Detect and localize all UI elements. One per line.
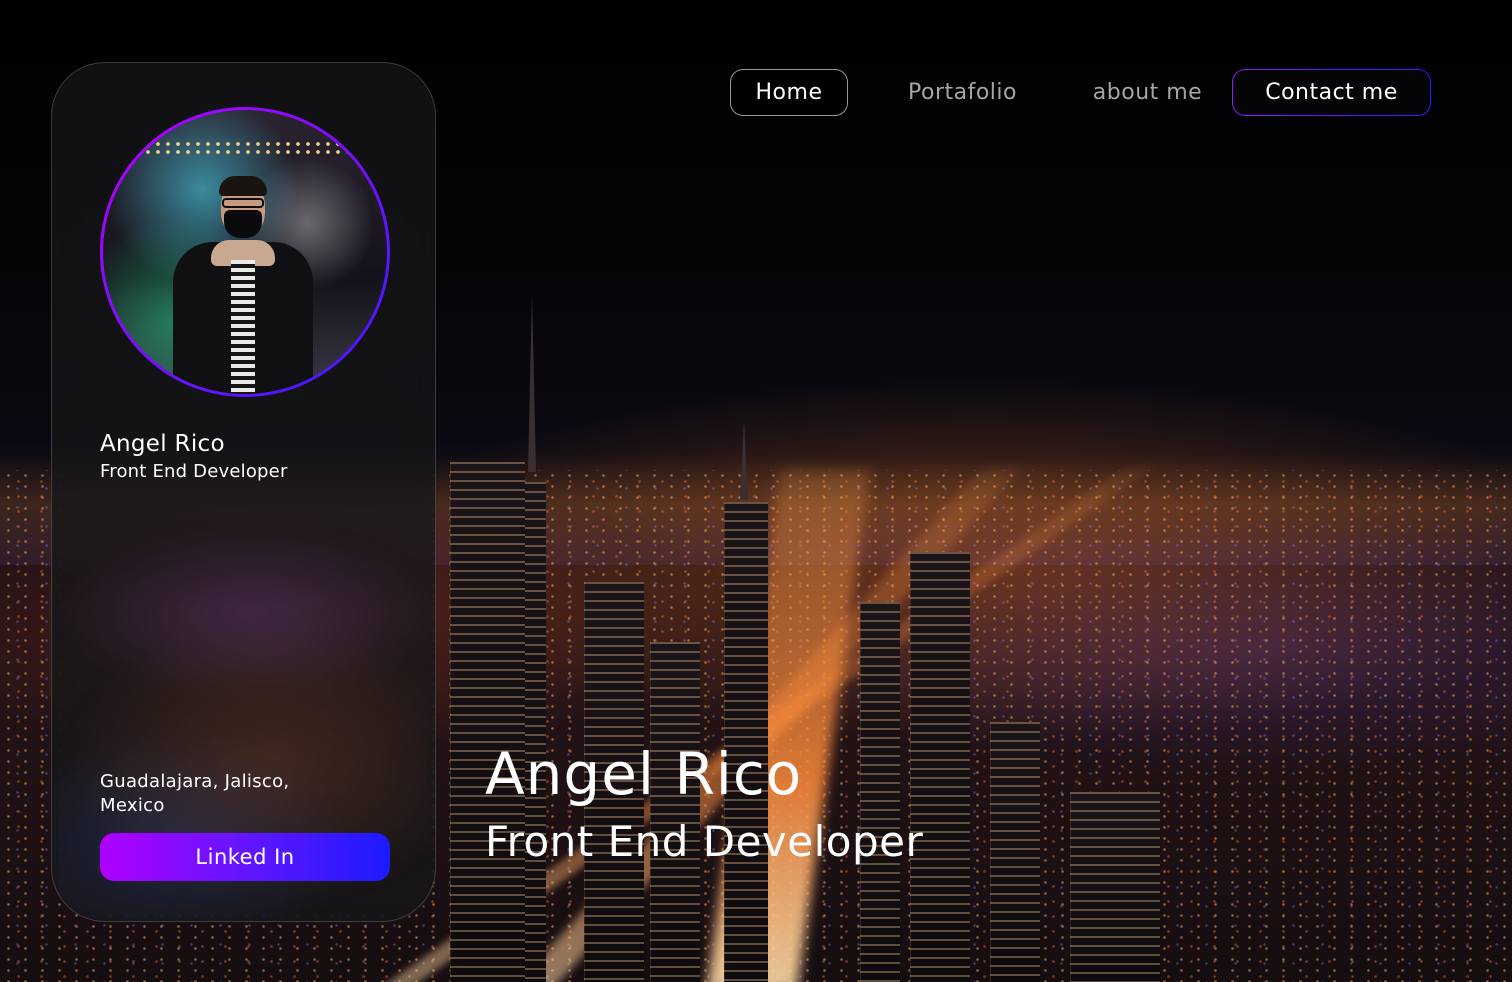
portfolio-page: Home Portafolio about me Contact me Ange…: [0, 0, 1512, 982]
skyscraper: [910, 552, 970, 982]
card-location: Guadalajara, Jalisco, Mexico: [100, 771, 290, 816]
avatar-photo: [103, 110, 387, 394]
nav-portfolio[interactable]: Portafolio: [880, 69, 1045, 116]
person-striped-shirt: [231, 260, 255, 394]
hero-name: Angel Rico: [485, 740, 803, 808]
skyscraper: [860, 602, 900, 982]
profile-card: Angel Rico Front End Developer Guadalaja…: [51, 62, 436, 922]
card-role: Front End Developer: [100, 461, 288, 482]
person-glasses: [222, 198, 264, 208]
hero-role: Front End Developer: [485, 817, 924, 866]
nav-about-me[interactable]: about me: [1070, 69, 1225, 116]
tower-spire: [740, 420, 748, 500]
linkedin-button[interactable]: Linked In: [100, 833, 390, 881]
skyscraper: [990, 722, 1040, 982]
card-name: Angel Rico: [100, 431, 225, 457]
string-lights: [123, 140, 367, 154]
skyscraper: [450, 462, 525, 982]
avatar: [100, 107, 390, 397]
tower-spire: [528, 292, 536, 472]
skyscraper: [1070, 792, 1160, 982]
skyscraper: [650, 642, 700, 982]
person-mask: [224, 210, 262, 238]
nav-home[interactable]: Home: [730, 69, 848, 116]
person-hair: [219, 176, 267, 196]
nav-contact-me[interactable]: Contact me: [1232, 69, 1431, 116]
